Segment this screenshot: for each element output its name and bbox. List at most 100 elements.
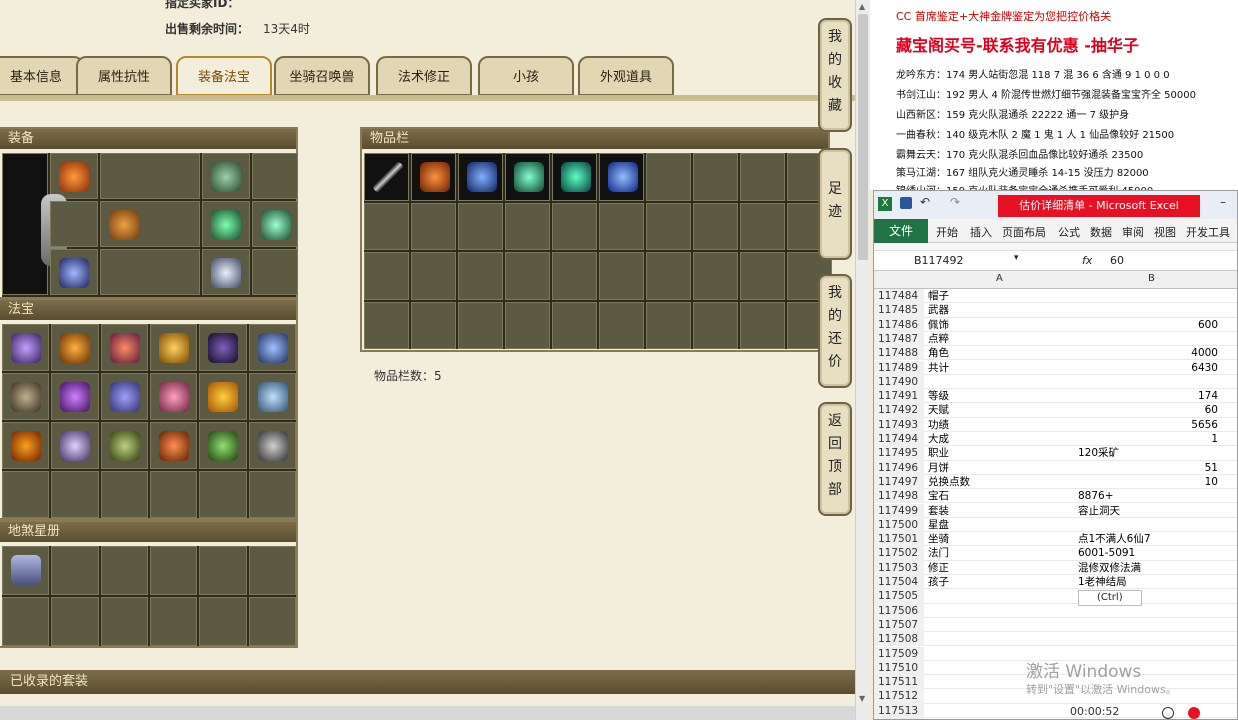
row-number[interactable]: 117502	[874, 546, 924, 561]
equip-slot[interactable]	[252, 249, 298, 295]
sheet-row[interactable]: 117484 帽子	[874, 289, 1237, 304]
inventory-slot[interactable]	[646, 153, 691, 201]
inventory-slot[interactable]	[740, 301, 785, 349]
cell-a[interactable]: 点粹	[928, 332, 949, 346]
undo-icon[interactable]: ↶	[920, 195, 930, 209]
star-slot[interactable]	[100, 546, 148, 595]
star-slot[interactable]	[149, 546, 198, 595]
row-number[interactable]: 117487	[874, 331, 924, 347]
row-number[interactable]: 117486	[874, 317, 924, 332]
inventory-slot[interactable]	[552, 301, 597, 349]
row-number[interactable]: 117485	[874, 303, 924, 318]
fabao-slot[interactable]	[199, 324, 247, 371]
inventory-slot[interactable]	[693, 153, 738, 201]
sheet-row[interactable]: 117491 等级 174	[874, 389, 1237, 404]
row-number[interactable]: 117505	[874, 589, 924, 604]
star-slot[interactable]	[2, 546, 50, 595]
cell-a[interactable]: 帽子	[928, 289, 949, 303]
cell-b[interactable]: 60	[1078, 403, 1218, 417]
sheet-row[interactable]: 117497 兑换点数 10	[874, 474, 1237, 490]
cell-b[interactable]: 600	[1078, 318, 1218, 332]
equip-slot[interactable]	[202, 249, 250, 295]
row-number[interactable]: 117501	[874, 532, 924, 547]
cell-b[interactable]: 120采矿	[1078, 446, 1218, 460]
cell-b[interactable]: 6001-5091	[1078, 546, 1218, 560]
inventory-slot[interactable]	[411, 301, 456, 349]
cell-b[interactable]: 1老神结局	[1078, 575, 1218, 589]
sheet-row[interactable]: 117501 坐骑 点1不满人6仙7	[874, 532, 1237, 547]
inventory-slot[interactable]	[599, 301, 644, 349]
inventory-slot[interactable]	[458, 252, 503, 300]
inventory-slot[interactable]	[458, 202, 503, 250]
star-slot[interactable]	[248, 597, 296, 646]
row-number[interactable]: 117506	[874, 603, 924, 618]
ribbon-tab-view[interactable]: 视图	[1154, 224, 1176, 240]
cell-a[interactable]: 等级	[928, 389, 949, 403]
star-slot[interactable]	[51, 597, 99, 646]
sheet-row[interactable]: 117506	[874, 603, 1237, 618]
ribbon-tab-insert[interactable]: 插入	[970, 224, 992, 240]
row-number[interactable]: 117513	[874, 703, 924, 718]
tab-attributes[interactable]: 属性抗性	[76, 56, 172, 96]
cell-a[interactable]: 共计	[928, 361, 949, 375]
cell-a[interactable]: 兑换点数	[928, 475, 970, 489]
function-icon[interactable]: fx	[1082, 254, 1092, 267]
sheet-row[interactable]: 117513	[874, 703, 1237, 718]
cell-a[interactable]: 武器	[928, 303, 949, 317]
sheet-row[interactable]: 117486 佩饰 600	[874, 317, 1237, 332]
cell-b[interactable]: 容止洞天	[1078, 504, 1218, 518]
equip-slot[interactable]	[202, 201, 250, 247]
ribbon-tab-review[interactable]: 审阅	[1122, 224, 1144, 240]
row-number[interactable]: 117511	[874, 675, 924, 690]
row-number[interactable]: 117507	[874, 617, 924, 633]
sheet-row[interactable]: 117504 孩子 1老神结局	[874, 575, 1237, 590]
inventory-slot[interactable]	[364, 153, 409, 201]
fabao-slot[interactable]	[2, 471, 50, 518]
equip-slot[interactable]	[100, 153, 200, 199]
tab-spells[interactable]: 法术修正	[376, 56, 472, 96]
inventory-slot[interactable]	[693, 202, 738, 250]
cell-a[interactable]: 功绩	[928, 418, 949, 432]
inventory-slot[interactable]	[411, 202, 456, 250]
tab-mounts[interactable]: 坐骑召唤兽	[274, 56, 370, 96]
inventory-slot[interactable]	[505, 301, 550, 349]
tab-children[interactable]: 小孩	[478, 56, 574, 96]
fabao-slot[interactable]	[248, 471, 296, 518]
cell-a[interactable]: 职业	[928, 446, 949, 460]
sheet-row[interactable]: 117499 套装 容止洞天	[874, 503, 1237, 518]
cell-b[interactable]: 5656	[1078, 418, 1218, 432]
my-favorites-button[interactable]: 我的收藏	[818, 18, 852, 132]
sheet-row[interactable]: 117490	[874, 374, 1237, 390]
save-icon[interactable]	[900, 197, 912, 209]
cell-b[interactable]: 混修双修法满	[1078, 561, 1218, 575]
sheet-row[interactable]: 117493 功绩 5656	[874, 417, 1237, 432]
cell-a[interactable]: 角色	[928, 346, 949, 360]
row-number[interactable]: 117509	[874, 646, 924, 661]
fabao-slot[interactable]	[2, 324, 50, 371]
row-number[interactable]: 117510	[874, 660, 924, 676]
cell-b[interactable]: 4000	[1078, 346, 1218, 360]
row-number[interactable]: 117499	[874, 503, 924, 518]
col-header-b[interactable]: B	[1148, 273, 1155, 284]
fabao-slot[interactable]	[149, 471, 198, 518]
minimize-icon[interactable]: –	[1220, 195, 1226, 209]
equip-slot[interactable]	[252, 201, 298, 247]
inventory-slot[interactable]	[599, 252, 644, 300]
cell-b[interactable]: 点1不满人6仙7	[1078, 532, 1218, 546]
sheet-row[interactable]: 117494 大成 1	[874, 432, 1237, 447]
sheet-row[interactable]: 117500 星盘	[874, 517, 1237, 533]
tab-appearance[interactable]: 外观道具	[578, 56, 674, 96]
inventory-slot[interactable]	[693, 252, 738, 300]
scroll-up-icon[interactable]: ▲	[859, 2, 865, 11]
sheet-row[interactable]: 117496 月饼 51	[874, 460, 1237, 475]
equip-slot[interactable]	[50, 249, 98, 295]
inventory-slot[interactable]	[646, 301, 691, 349]
row-number[interactable]: 117504	[874, 575, 924, 590]
row-number[interactable]: 117498	[874, 489, 924, 504]
row-number[interactable]: 117491	[874, 389, 924, 404]
sheet-row[interactable]: 117488 角色 4000	[874, 346, 1237, 361]
inventory-slot[interactable]	[552, 202, 597, 250]
inventory-slot[interactable]	[740, 153, 785, 201]
row-number[interactable]: 117512	[874, 689, 924, 704]
star-slot[interactable]	[199, 546, 247, 595]
